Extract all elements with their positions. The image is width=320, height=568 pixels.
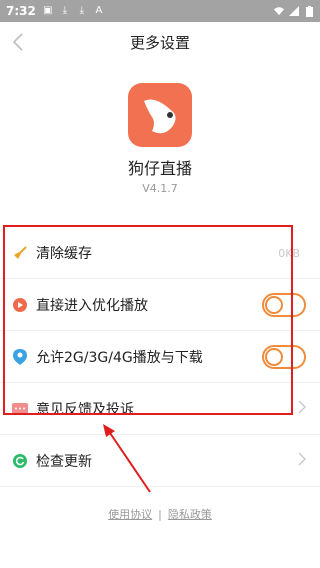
- chat-bubble-icon: [12, 401, 28, 417]
- chevron-right-icon: [298, 452, 306, 470]
- mobile-network-row: 允许2G/3G/4G播放与下载: [0, 331, 320, 383]
- app-name: 狗仔直播: [127, 159, 192, 178]
- signal-icon: [289, 6, 299, 16]
- battery-icon: [304, 5, 314, 17]
- status-bar: 7:32 ▣ ⤓ ⤓ A: [0, 0, 320, 22]
- play-circle-icon: [12, 297, 28, 313]
- app-logo: [128, 83, 192, 147]
- check-update-row[interactable]: 检查更新: [0, 435, 320, 487]
- page-title: 更多设置: [129, 33, 190, 52]
- clear-cache-label: 清除缓存: [36, 245, 92, 262]
- feedback-label: 意见反馈及投诉: [36, 401, 134, 418]
- toggle-knob: [265, 296, 283, 314]
- broom-icon: [12, 245, 28, 261]
- dog-logo-icon: [144, 99, 176, 134]
- terms-link[interactable]: 使用协议: [108, 506, 152, 522]
- optimized-playback-label: 直接进入优化播放: [36, 297, 148, 314]
- mobile-network-label: 允许2G/3G/4G播放与下载: [36, 349, 203, 366]
- app-version: V4.1.7: [142, 182, 178, 195]
- location-pin-icon: [12, 348, 28, 365]
- feedback-row[interactable]: 意见反馈及投诉: [0, 383, 320, 435]
- text-notification-icon: A: [95, 5, 103, 16]
- nav-header: 更多设置: [0, 22, 320, 62]
- image-notification-icon: ▣: [43, 5, 53, 16]
- back-icon[interactable]: [12, 32, 32, 52]
- optimized-playback-toggle[interactable]: [262, 293, 306, 317]
- status-time: 7:32: [6, 4, 36, 18]
- wifi-icon: [274, 6, 284, 16]
- footer-separator: |: [158, 507, 162, 521]
- settings-list: 清除缓存 0KB 直接进入优化播放 允许2G/3G/4G播放与下载 意见反馈及投…: [0, 227, 320, 487]
- optimized-playback-row: 直接进入优化播放: [0, 279, 320, 331]
- footer-links: 使用协议 | 隐私政策: [0, 506, 320, 522]
- refresh-icon: [12, 453, 28, 469]
- download-icon: ⤓: [79, 5, 85, 16]
- clear-cache-row[interactable]: 清除缓存 0KB: [0, 227, 320, 279]
- download-icon: ⤓: [62, 5, 68, 16]
- mobile-network-toggle[interactable]: [262, 345, 306, 369]
- privacy-link[interactable]: 隐私政策: [168, 506, 212, 522]
- check-update-label: 检查更新: [36, 453, 92, 470]
- toggle-knob: [265, 348, 283, 366]
- cache-size-value: 0KB: [278, 246, 300, 260]
- chevron-right-icon: [298, 400, 306, 418]
